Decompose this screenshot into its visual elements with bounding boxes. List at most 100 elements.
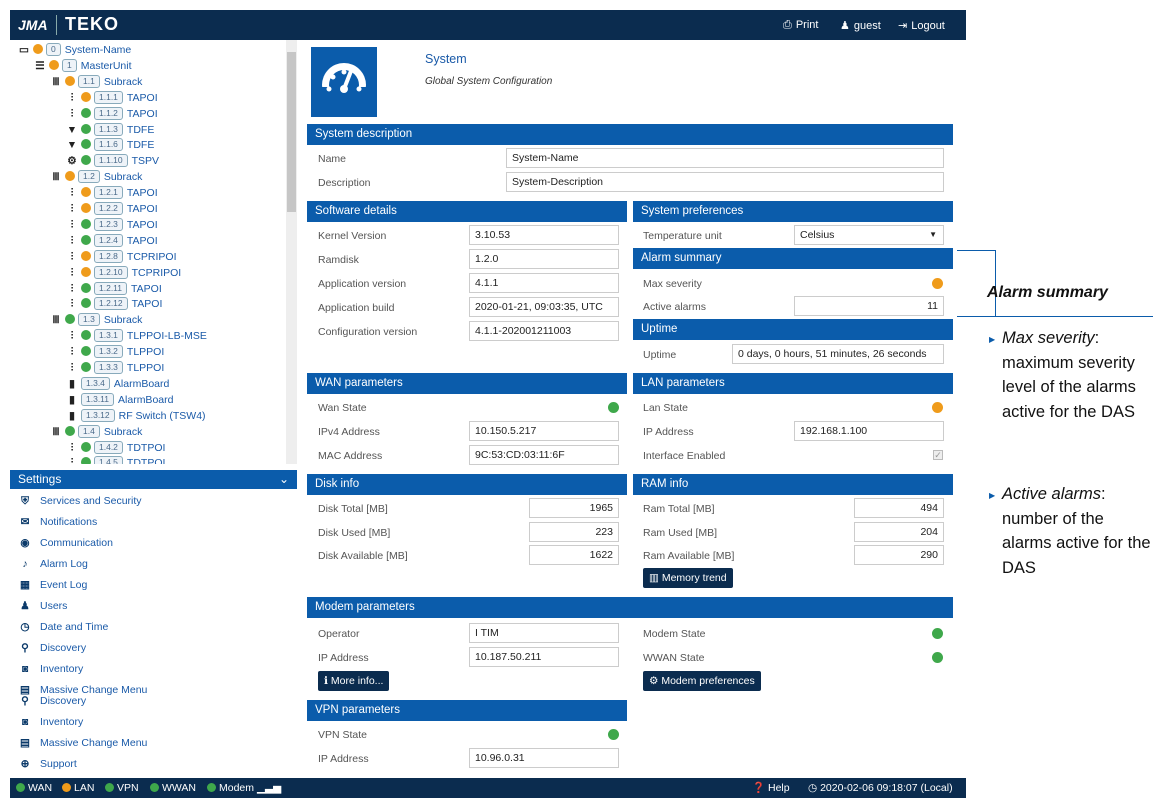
software-row-value[interactable]: 1.2.0 — [469, 249, 619, 269]
settings-item[interactable]: ✉ Notifications — [18, 513, 98, 531]
logout-button[interactable]: ⇥ Logout — [898, 19, 945, 32]
user-menu[interactable]: ♟ guest — [840, 19, 881, 32]
node-label: TCPRIPOI — [131, 266, 182, 279]
filter-icon: ▼ — [66, 139, 78, 152]
bell-icon: ♪ — [22, 558, 28, 570]
tree-node[interactable]: ⫶ 1.2.12 TAPOI — [66, 296, 162, 312]
settings-item[interactable]: ♟ Users — [18, 597, 67, 615]
help-link[interactable]: ❓ Help — [752, 778, 790, 798]
tree-node[interactable]: ▼ 1.1.6 TDFE — [66, 137, 154, 153]
settings-item[interactable]: ▦ Event Log — [18, 576, 87, 594]
node-index-badge: 1 — [62, 58, 77, 72]
software-row-value[interactable]: 3.10.53 — [469, 225, 619, 245]
name-field[interactable]: System-Name — [506, 148, 944, 168]
software-row-value[interactable]: 4.1.1 — [469, 273, 619, 293]
ram-available-field[interactable]: 290 — [854, 545, 944, 565]
settings-item[interactable]: ⊕ Support — [18, 755, 77, 773]
tree-node[interactable]: ⫶ 1.4.2 TDTPOI — [66, 440, 165, 456]
node-label: TLPPOI — [126, 362, 165, 374]
tree-node[interactable]: ⫶ 1.2.3 TAPOI — [66, 217, 158, 233]
tree-node[interactable]: ▮ 1.3.12 RF Switch (TSW4) — [66, 408, 206, 424]
software-row-value[interactable]: 2020-01-21, 09:03:35, UTC — [469, 297, 619, 317]
software-details-header: Software details — [307, 201, 627, 222]
status-dot — [81, 457, 91, 464]
ram-used-field[interactable]: 204 — [854, 522, 944, 542]
tree-node[interactable]: Ⅲ 1.2 Subrack — [50, 169, 142, 185]
settings-item[interactable]: ◙ Inventory — [18, 660, 83, 678]
settings-item[interactable]: ◉ Communication — [18, 534, 113, 552]
info-icon: ℹ — [324, 675, 331, 687]
uptime-field[interactable]: 0 days, 0 hours, 51 minutes, 26 seconds — [732, 344, 944, 364]
tree-node[interactable]: Ⅲ 1.3 Subrack — [50, 312, 142, 328]
tree-node[interactable]: ⫶ 1.2.10 TCPRIPOI — [66, 265, 181, 281]
device-tree: ▭ 0 System-Name ☰ 1 MasterUnit Ⅲ 1.1 Subrack ⫶ 1.1… — [10, 40, 297, 464]
settings-header[interactable]: Settings ⌄ — [10, 470, 297, 489]
ipv4-address-field[interactable]: 10.150.5.217 — [469, 421, 619, 441]
operator-label: Operator — [318, 628, 360, 640]
question-icon: ❓ — [752, 782, 766, 794]
app-window: JMA TEKO ⎙ Print ♟ guest ⇥ Logout ▭ 0 System-… — [10, 10, 966, 798]
interface-enabled-checkbox[interactable]: ✓ — [933, 450, 943, 460]
tree-node[interactable]: ⫶ 1.1.2 TAPOI — [66, 106, 158, 122]
tree-node[interactable]: ▮ 1.3.4 AlarmBoard — [66, 376, 169, 392]
status-dot — [81, 187, 91, 198]
uptime-header: Uptime — [633, 319, 953, 340]
tree-node[interactable]: ▼ 1.1.3 TDFE — [66, 122, 154, 138]
disk-total-field[interactable]: 1965 — [529, 498, 619, 518]
settings-item[interactable]: ⚲ Discovery — [18, 639, 86, 657]
software-row-value[interactable]: 4.1.1-202001211003 — [469, 321, 619, 341]
node-index-badge: 1.2.8 — [94, 249, 123, 263]
tree-node[interactable]: ⫶ 1.3.1 TLPPOI-LB-MSE — [66, 328, 207, 344]
scrollbar-thumb[interactable] — [287, 52, 296, 212]
status-dot — [65, 75, 75, 86]
more-info-button[interactable]: ℹ More info... — [318, 671, 390, 691]
node-index-badge: 1.3.12 — [81, 408, 115, 422]
vpn-parameters-header: VPN parameters — [307, 700, 627, 721]
settings-item[interactable]: ⛨ Services and Security — [18, 492, 141, 510]
tree-node[interactable]: Ⅲ 1.4 Subrack — [50, 424, 142, 440]
active-alarms-field[interactable]: 11 — [794, 296, 944, 316]
tree-node[interactable]: ⫶ 1.3.3 TLPPOI — [66, 360, 164, 376]
disk-available-field[interactable]: 1622 — [529, 545, 619, 565]
settings-item[interactable]: ◷ Date and Time — [18, 618, 108, 636]
settings-item-label: Inventory — [40, 663, 84, 675]
status-dot — [81, 362, 91, 372]
settings-item[interactable]: ⚲ Discovery — [18, 692, 86, 710]
modem-ip-address-field[interactable]: 10.187.50.211 — [469, 647, 619, 667]
tree-node[interactable]: ▭ 0 System-Name — [18, 42, 131, 58]
settings-item[interactable]: ◙ Inventory — [18, 713, 83, 731]
description-field[interactable]: System-Description — [506, 172, 944, 192]
tree-node[interactable]: ▮ 1.3.11 AlarmBoard — [66, 392, 173, 408]
node-label: TDFE — [126, 123, 155, 136]
operator-field[interactable]: I TIM — [469, 623, 619, 643]
status-dot — [33, 44, 43, 54]
menu-icon: ☰ — [35, 59, 45, 72]
settings-item[interactable]: ▤ Massive Change Menu — [18, 734, 147, 752]
mac-address-field[interactable]: 9C:53:CD:03:11:6F — [469, 445, 619, 465]
memory-trend-button[interactable]: ▥ Memory trend — [643, 568, 733, 588]
disk-used-field[interactable]: 223 — [529, 522, 619, 542]
tree-node[interactable]: ⫶ 1.2.11 TAPOI — [66, 281, 162, 297]
ram-total-field[interactable]: 494 — [854, 498, 944, 518]
tree-node[interactable]: ⫶ 1.1.1 TAPOI — [66, 90, 158, 106]
modem-state-label: Modem State — [643, 628, 706, 640]
tree-node[interactable]: ⫶ 1.2.8 TCPRIPOI — [66, 249, 177, 265]
print-button[interactable]: ⎙ Print — [783, 19, 818, 32]
node-index-badge: 1.2.12 — [94, 297, 128, 311]
settings-item[interactable]: ♪ Alarm Log — [18, 555, 87, 573]
tree-node[interactable]: ⫶ 1.2.4 TAPOI — [66, 233, 158, 249]
tree-node[interactable]: ⫶ 1.4.5 TDTPOI — [66, 455, 165, 464]
sliders-icon: ⫶ — [70, 187, 74, 200]
tree-node[interactable]: ⫶ 1.3.2 TLPPOI — [66, 344, 164, 360]
temperature-unit-select[interactable]: Celsius ▼ — [794, 225, 944, 245]
tree-scrollbar[interactable] — [286, 40, 297, 464]
lan-ip-address-field[interactable]: 192.168.1.100 — [794, 421, 944, 441]
node-index-badge: 1.3.4 — [81, 376, 110, 390]
tree-node[interactable]: ⫶ 1.2.2 TAPOI — [66, 201, 158, 217]
tree-node[interactable]: ☰ 1 MasterUnit — [34, 58, 132, 74]
tree-node[interactable]: ⚙ 1.1.10 TSPV — [66, 153, 159, 169]
tree-node[interactable]: ⫶ 1.2.1 TAPOI — [66, 185, 158, 201]
vpn-ip-address-field[interactable]: 10.96.0.31 — [469, 748, 619, 768]
tree-node[interactable]: Ⅲ 1.1 Subrack — [50, 74, 142, 90]
modem-preferences-button[interactable]: ⚙ Modem preferences — [643, 671, 761, 691]
